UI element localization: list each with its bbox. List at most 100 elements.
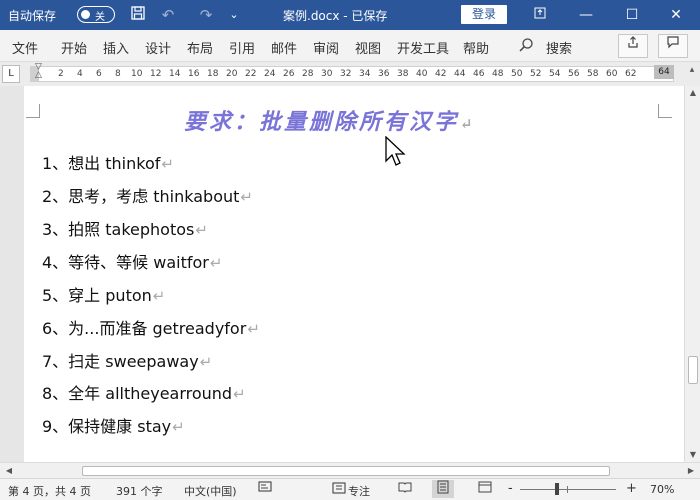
ruler-tick: 22	[245, 69, 257, 79]
list-item-text: 6、为...而准备 getreadyfor	[42, 319, 247, 338]
menu-review[interactable]: 审阅	[313, 38, 339, 57]
list-item: 3、拍照 takephotos↵	[42, 216, 208, 240]
ruler-tick: 26	[283, 69, 295, 79]
vertical-scroll-thumb[interactable]	[688, 356, 698, 384]
read-mode-icon[interactable]	[394, 480, 416, 498]
corner-mark-top-left	[26, 104, 40, 118]
paragraph-mark: ↵	[460, 115, 476, 133]
list-item: 7、扫走 sweepaway↵	[42, 348, 212, 372]
ruler-tick: 44	[454, 69, 466, 79]
indent-marker[interactable]: ▽ △	[35, 63, 42, 80]
zoom-center-mark	[567, 486, 568, 493]
proofing-icon[interactable]	[258, 481, 274, 499]
list-item: 4、等待、等候 waitfor↵	[42, 249, 222, 273]
paragraph-mark: ↵	[247, 320, 260, 338]
mouse-cursor-icon	[385, 136, 406, 166]
list-item: 9、保持健康 stay↵	[42, 413, 185, 437]
autosave-toggle[interactable]: 关	[77, 6, 115, 23]
menu-bar: 文件 开始 插入 设计 布局 引用 邮件 审阅 视图 开发工具 帮助 搜索	[0, 30, 700, 62]
undo-icon[interactable]: ↶	[158, 5, 178, 25]
menu-layout[interactable]: 布局	[187, 38, 213, 57]
ruler-tick: 40	[416, 69, 428, 79]
menu-view[interactable]: 视图	[355, 38, 381, 57]
ruler-toggle-icon[interactable]: ▴	[686, 65, 698, 83]
share-icon[interactable]	[618, 34, 648, 58]
document-page[interactable]: 要求：批量删除所有汉字↵ 1、想出 thinkof↵ 2、思考，考虑 think…	[24, 86, 684, 462]
focus-label[interactable]: 专注	[348, 483, 370, 499]
menu-file[interactable]: 文件	[12, 38, 38, 57]
focus-icon[interactable]	[332, 481, 346, 499]
maximize-icon[interactable]: ☐	[620, 3, 644, 27]
language-indicator[interactable]: 中文(中国)	[184, 483, 237, 499]
list-item: 1、想出 thinkof↵	[42, 150, 174, 174]
zoom-out-button[interactable]: -	[508, 481, 513, 496]
list-item-text: 9、保持健康 stay	[42, 417, 172, 436]
ribbon-display-icon[interactable]	[528, 3, 552, 27]
search-label[interactable]: 搜索	[546, 38, 572, 57]
list-item-text: 4、等待、等候 waitfor	[42, 253, 209, 272]
autosave-label: 自动保存	[8, 9, 57, 23]
ruler-tick: 52	[530, 69, 542, 79]
menu-references[interactable]: 引用	[229, 38, 255, 57]
ruler-tick: 6	[96, 69, 102, 79]
zoom-in-button[interactable]: +	[626, 481, 637, 496]
paragraph-mark: ↵	[195, 221, 208, 239]
list-item-text: 7、扫走 sweepaway	[42, 352, 199, 371]
zoom-level[interactable]: 70%	[650, 483, 674, 496]
customize-quick-access-icon[interactable]: ⌄	[224, 5, 244, 25]
list-item-text: 5、穿上 puton	[42, 286, 152, 305]
menu-mailings[interactable]: 邮件	[271, 38, 297, 57]
paragraph-mark: ↵	[233, 385, 246, 403]
autosave-state: 关	[95, 12, 105, 23]
zoom-slider[interactable]	[520, 489, 616, 490]
menu-insert[interactable]: 插入	[103, 38, 129, 57]
toggle-knob	[81, 10, 90, 19]
ruler-tick: 58	[587, 69, 599, 79]
ruler-tick: 16	[188, 69, 200, 79]
print-layout-icon[interactable]	[432, 480, 454, 498]
menu-help[interactable]: 帮助	[463, 38, 489, 57]
ruler-tick: 48	[492, 69, 504, 79]
save-icon[interactable]	[128, 5, 148, 25]
page-info[interactable]: 第 4 页，共 4 页	[8, 483, 91, 499]
ruler-tick: 18	[207, 69, 219, 79]
comment-icon[interactable]	[658, 34, 688, 58]
scroll-left-icon[interactable]: ◀	[2, 463, 16, 479]
tab-selector[interactable]: L	[2, 65, 20, 83]
ruler-tick: 28	[302, 69, 314, 79]
document-heading: 要求：批量删除所有汉字↵	[184, 104, 476, 136]
paragraph-mark: ↵	[240, 188, 253, 206]
zoom-slider-handle[interactable]	[555, 483, 559, 495]
menu-developer[interactable]: 开发工具	[397, 38, 449, 57]
close-icon[interactable]: ✕	[664, 3, 688, 27]
paragraph-mark: ↵	[209, 254, 223, 272]
paragraph-mark: ↵	[199, 353, 213, 371]
right-indent-marker[interactable]: 64	[654, 65, 674, 79]
ruler-tick: 8	[115, 69, 121, 79]
search-icon[interactable]	[518, 37, 534, 57]
ruler-tick: 38	[397, 69, 409, 79]
ruler-tick: 14	[169, 69, 181, 79]
vertical-scrollbar[interactable]: ▲ ▼	[684, 86, 700, 462]
horizontal-scroll-thumb[interactable]	[82, 466, 610, 476]
minimize-icon[interactable]: —	[574, 3, 598, 27]
login-button[interactable]: 登录	[461, 5, 507, 24]
scroll-up-icon[interactable]: ▲	[685, 86, 700, 100]
word-count[interactable]: 391 个字	[116, 483, 163, 499]
ruler-tick: 56	[568, 69, 580, 79]
list-item: 2、思考，考虑 thinkabout↵	[42, 183, 253, 207]
title-bar: 自动保存 关 ↶ ↷ ⌄ 案例.docx - 已保存 登录 — ☐ ✕	[0, 0, 700, 30]
menu-home[interactable]: 开始	[61, 38, 87, 57]
redo-icon[interactable]: ↷	[196, 5, 216, 25]
web-layout-icon[interactable]	[474, 480, 496, 498]
scroll-right-icon[interactable]: ▶	[684, 463, 698, 479]
list-item-text: 2、思考，考虑 thinkabout	[42, 187, 240, 206]
horizontal-ruler[interactable]: 2 4 6 8 10 12 14 16 18 20 22 24 26 28 30…	[30, 66, 674, 82]
paragraph-mark: ↵	[161, 155, 174, 173]
heading-text: 要求：批量删除所有汉字	[184, 109, 460, 135]
scroll-down-icon[interactable]: ▼	[685, 448, 700, 462]
document-title: 案例.docx - 已保存	[283, 9, 388, 23]
horizontal-scrollbar[interactable]: ◀ ▶	[0, 462, 700, 478]
ruler-tick: 20	[226, 69, 238, 79]
menu-design[interactable]: 设计	[145, 38, 171, 57]
